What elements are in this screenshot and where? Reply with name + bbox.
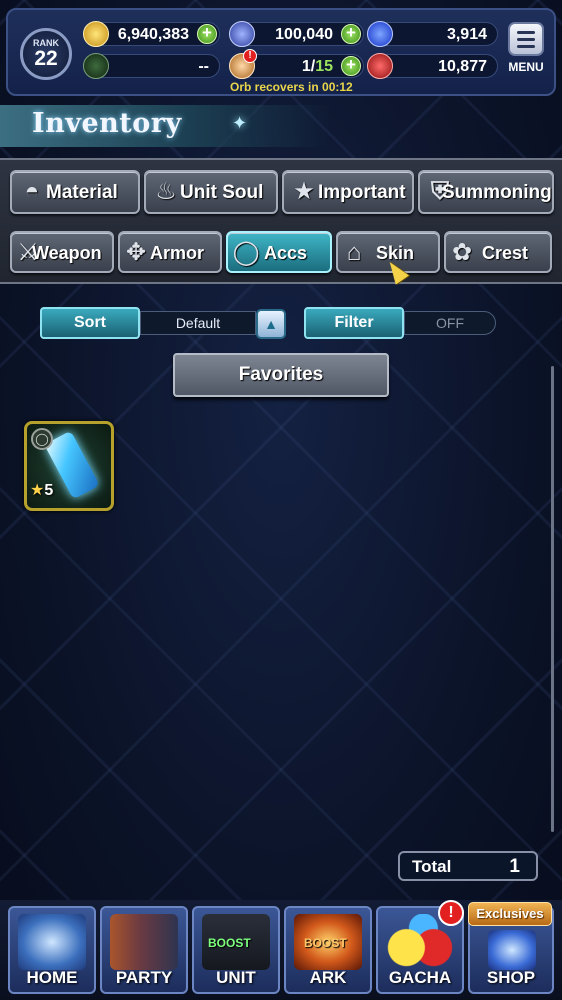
nav-home[interactable]: HOME: [8, 906, 96, 994]
tab-label: Armor: [150, 243, 205, 263]
clock-counter: --: [83, 53, 220, 79]
lapis-value: 100,040: [275, 26, 333, 43]
red-orb-counter: 10,877: [367, 53, 498, 79]
red-orb-value: 10,877: [438, 58, 487, 75]
tab-armor[interactable]: ✥ Armor: [118, 231, 222, 273]
lapis-crystal-icon: [229, 21, 255, 47]
star-icon: ★: [293, 178, 315, 205]
status-bar: RANK 22 6,940,383 + 100,040 + 3,914 -- !…: [6, 8, 556, 96]
filter-value: OFF: [404, 311, 496, 335]
tab-label: Important: [318, 182, 406, 203]
ring-icon: ◯: [232, 239, 260, 266]
total-value: 1: [509, 856, 520, 877]
gil-value: 6,940,383: [117, 26, 189, 43]
tab-label: Unit Soul: [180, 182, 264, 203]
nav-party[interactable]: PARTY: [100, 906, 188, 994]
party-portrait-icon: [110, 914, 178, 970]
tab-material[interactable]: ◓ Material: [10, 170, 140, 214]
nav-label: PARTY: [115, 968, 173, 987]
tab-weapon[interactable]: ⚔ Weapon: [10, 231, 114, 273]
stamina-value: 1/15: [302, 58, 333, 76]
accessory-item-tile[interactable]: ◯ ★5: [24, 421, 114, 511]
ring-slot-icon: ◯: [31, 428, 53, 450]
sort-button[interactable]: Sort: [40, 307, 140, 339]
nav-unit[interactable]: BOOST UNIT: [192, 906, 280, 994]
hanger-icon: ⌂: [346, 239, 362, 266]
add-stamina-button[interactable]: +: [341, 56, 361, 76]
rank-value: 22: [34, 47, 58, 70]
blue-orb-counter: 3,914: [367, 21, 498, 47]
favorites-button[interactable]: Favorites: [173, 353, 389, 397]
ark-boost-label: BOOST: [304, 936, 347, 950]
hamburger-icon: [508, 22, 544, 56]
stamina-counter: ! 1/15 +: [229, 49, 364, 79]
stamina-current: 1/: [301, 58, 316, 75]
nav-label: UNIT: [216, 968, 256, 987]
filter-button[interactable]: Filter: [304, 307, 404, 339]
lapis-counter: 100,040 +: [229, 21, 364, 47]
add-gil-button[interactable]: +: [197, 24, 217, 44]
gil-counter: 6,940,383 +: [83, 21, 220, 47]
tab-label: Material: [46, 182, 118, 203]
rarity-value: 5: [44, 482, 54, 499]
tab-accs[interactable]: ◯ Accs: [226, 231, 332, 273]
stamina-max: 15: [315, 58, 333, 75]
gacha-alert-badge: !: [438, 900, 464, 926]
tab-unit-soul[interactable]: ♨ Unit Soul: [144, 170, 278, 214]
sparkle-icon: ✦: [232, 113, 248, 133]
unit-boost-label: BOOST: [208, 936, 251, 950]
tab-label: Accs: [264, 243, 308, 263]
shop-crystal-icon: [488, 930, 536, 970]
stamina-alert-badge: !: [243, 49, 257, 63]
total-counter: Total 1: [398, 851, 538, 881]
page-title: Inventory: [32, 108, 182, 139]
menu-label: MENU: [508, 60, 544, 74]
bag-icon: ◓: [24, 178, 40, 205]
inventory-banner: Inventory: [0, 105, 330, 147]
clock-value: --: [198, 58, 209, 75]
rank-badge: RANK 22: [20, 28, 72, 80]
sort-order-toggle[interactable]: ▲: [256, 309, 286, 339]
tab-label: Weapon: [32, 243, 102, 263]
crest-icon: ✿: [451, 239, 473, 266]
total-label: Total: [412, 857, 452, 876]
nav-ark[interactable]: BOOST ARK: [284, 906, 372, 994]
clock-icon: [83, 53, 109, 79]
red-orb-icon: [367, 53, 393, 79]
flame-icon: ♨: [155, 178, 177, 205]
nav-label: ARK: [309, 968, 347, 987]
nav-label: SHOP: [486, 968, 536, 987]
nav-label: GACHA: [388, 968, 452, 987]
nav-label: HOME: [26, 968, 78, 987]
menu-button[interactable]: MENU: [506, 22, 546, 84]
blue-orb-value: 3,914: [446, 26, 487, 43]
tab-label: Crest: [482, 243, 529, 263]
armor-icon: ✥: [125, 239, 147, 266]
exclusives-badge[interactable]: Exclusives: [468, 902, 552, 926]
star-icon: ★: [30, 482, 45, 499]
gil-coin-icon: [83, 21, 109, 47]
tab-label: Summoning: [442, 182, 552, 203]
scrollbar[interactable]: [551, 366, 554, 832]
tab-summoning[interactable]: ⛨ Summoning: [418, 170, 554, 214]
tab-crest[interactable]: ✿ Crest: [444, 231, 552, 273]
castle-icon: [18, 914, 86, 970]
add-lapis-button[interactable]: +: [341, 24, 361, 44]
rarity-label: ★5: [30, 480, 53, 500]
blue-orb-icon: [367, 21, 393, 47]
orb-recover-timer: Orb recovers in 00:12: [230, 80, 353, 94]
tab-important[interactable]: ★ Important: [282, 170, 414, 214]
sort-value: Default: [140, 311, 256, 335]
